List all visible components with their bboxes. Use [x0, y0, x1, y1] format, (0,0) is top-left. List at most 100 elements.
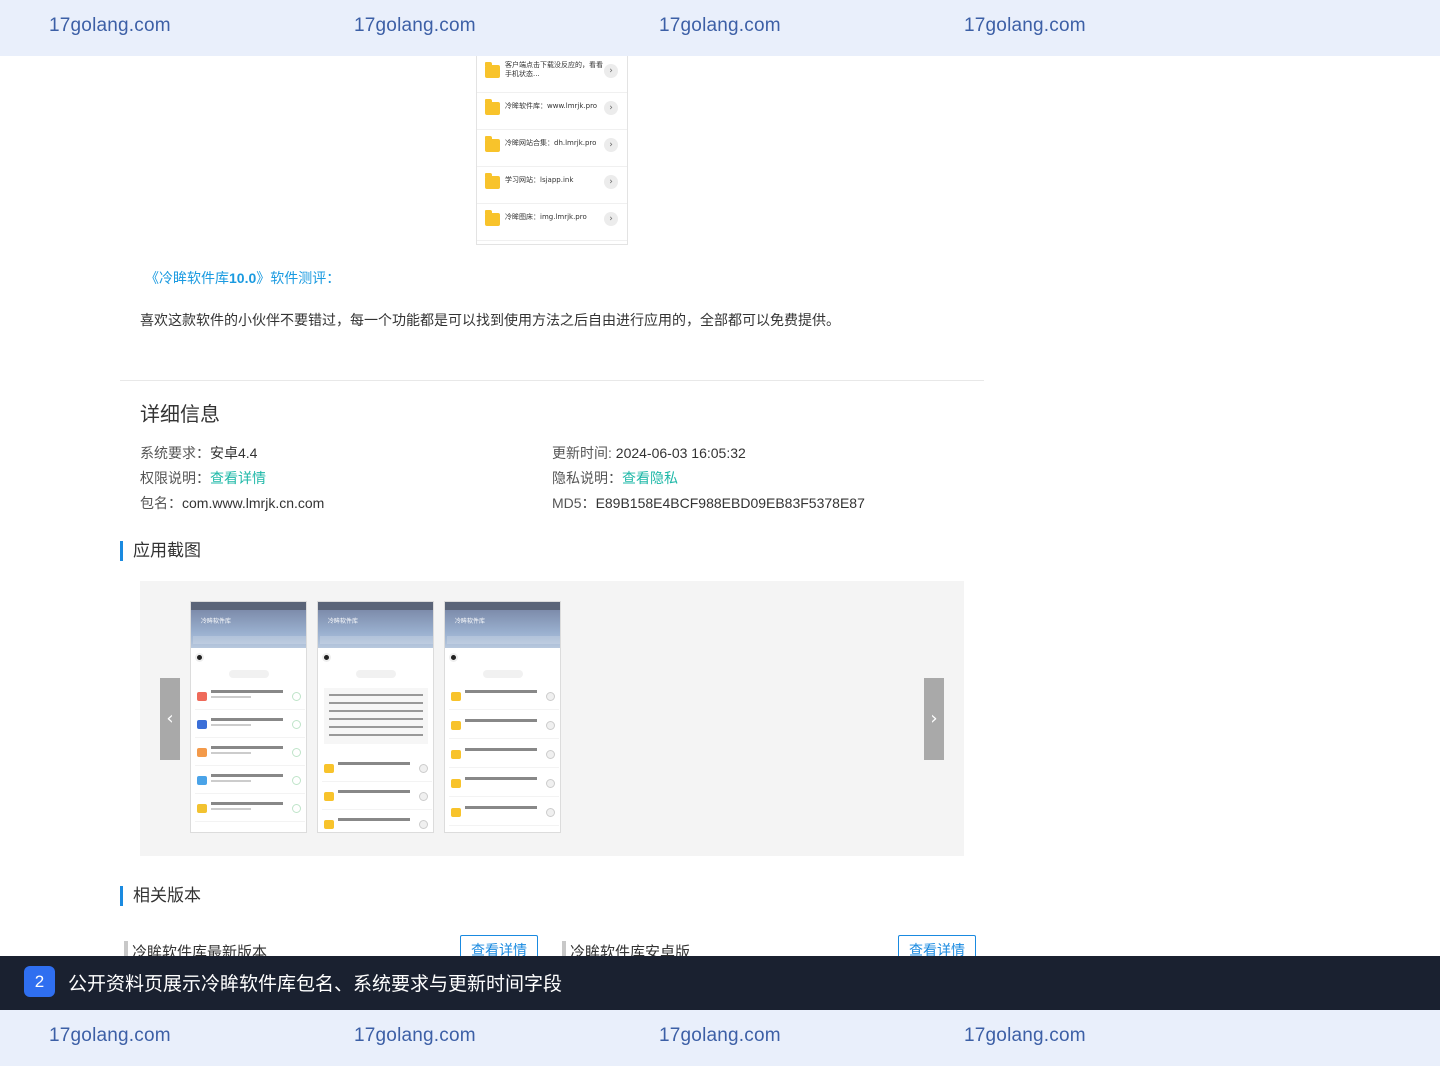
gallery-prev-button[interactable]: ‹ [160, 678, 180, 760]
folder-icon [485, 62, 500, 78]
chevron-right-icon: › [604, 138, 618, 152]
app-screenshot[interactable]: 冷眸软件库 [317, 601, 434, 833]
folder-list-item[interactable]: 学习网站：lsjapp.ink › [477, 167, 627, 204]
folder-icon [451, 692, 461, 701]
app-icon [197, 748, 207, 757]
watermark-text: 17golang.com [49, 15, 171, 36]
folder-icon [451, 721, 461, 730]
screenshots-section-title: 应用截图 [120, 541, 201, 561]
avatar [322, 653, 331, 662]
privacy-label: 隐私说明： [552, 470, 622, 486]
folder-icon [324, 820, 334, 829]
section-divider [120, 380, 984, 381]
screenshot-app-title: 冷眸软件库 [455, 618, 486, 625]
update-time-value: 2024-06-03 16:05:32 [615, 445, 746, 461]
screenshot-app-title: 冷眸软件库 [201, 618, 232, 625]
details-title: 详细信息 [140, 402, 220, 426]
status-bar [318, 602, 433, 610]
review-title-prefix: 《冷眸软件库 [145, 271, 229, 287]
update-time: 更新时间: 2024-06-03 16:05:32 [552, 443, 746, 463]
folder-icon [324, 792, 334, 801]
folder-item-label: 冷眸网站合集：dh.lmrjk.pro [505, 139, 597, 147]
avatar [195, 653, 204, 662]
package-name: 包名：com.www.lmrjk.cn.com [140, 493, 324, 513]
screenshot-pill [483, 670, 523, 678]
related-section-title: 相关版本 [120, 886, 201, 906]
screenshot-info-row [322, 653, 431, 662]
screenshot-list-item [322, 814, 432, 832]
download-icon [292, 748, 301, 757]
chevron-right-icon: › [604, 175, 618, 189]
folder-list-item[interactable]: 冷眸软件库：www.lmrjk.pro › [477, 93, 627, 130]
review-body: 喜欢这款软件的小伙伴不要错过，每一个功能都是可以找到使用方法之后自由进行应用的，… [140, 313, 840, 329]
screenshot-list-item [195, 798, 305, 822]
screenshot-pill [356, 670, 396, 678]
folder-list-item[interactable]: 客户端点击下载没反应的，看看手机状态... › [477, 56, 627, 93]
watermark-text: 17golang.com [354, 1025, 476, 1046]
package-name-label: 包名： [140, 495, 182, 511]
watermark-bar-bottom: 17golang.com 17golang.com 17golang.com 1… [0, 1010, 1440, 1066]
folder-icon [451, 750, 461, 759]
screenshot-list-item [195, 714, 305, 738]
folder-item-label: 客户端点击下载没反应的，看看手机状态... [505, 61, 603, 78]
chevron-right-icon [546, 808, 555, 817]
app-icon [197, 804, 207, 813]
screenshot-list-item [449, 744, 559, 768]
watermark-text: 17golang.com [964, 15, 1086, 36]
watermark-text: 17golang.com [354, 15, 476, 36]
caption-text: 公开资料页展示冷眸软件库包名、系统要求与更新时间字段 [68, 973, 563, 995]
screenshot-header: 冷眸软件库 [318, 610, 433, 648]
caption-bar: 2 公开资料页展示冷眸软件库包名、系统要求与更新时间字段 [0, 956, 1440, 1010]
update-time-label: 更新时间: [552, 445, 616, 461]
watermark-text: 17golang.com [964, 1025, 1086, 1046]
folder-icon [451, 779, 461, 788]
screenshot-list-item [449, 802, 559, 826]
screenshot-tabs [193, 636, 306, 644]
download-icon [292, 720, 301, 729]
download-icon [292, 776, 301, 785]
folder-list-item[interactable]: 冷眸网站合集：dh.lmrjk.pro › [477, 130, 627, 167]
chevron-right-icon: › [604, 212, 618, 226]
gallery-next-button[interactable]: › [924, 678, 944, 760]
watermark-text: 17golang.com [49, 1025, 171, 1046]
avatar [449, 653, 458, 662]
privacy-info: 隐私说明：查看隐私 [552, 468, 678, 488]
screenshot-list-item [195, 742, 305, 766]
permission-info: 权限说明：查看详情 [140, 468, 266, 488]
folder-item-label: 学习网站：lsjapp.ink [505, 176, 574, 184]
chevron-right-icon [546, 779, 555, 788]
download-icon [292, 804, 301, 813]
screenshot-pill [229, 670, 269, 678]
md5-info: MD5：E89B158E4BCF988EBD09EB83F5378E87 [552, 493, 865, 513]
folder-icon [485, 173, 500, 189]
chevron-right-icon [419, 764, 428, 773]
watermark-bar-top: 17golang.com 17golang.com 17golang.com 1… [0, 0, 1440, 56]
screenshot-list-item [449, 686, 559, 710]
folder-icon [451, 808, 461, 817]
folder-list-item[interactable]: 冷眸图床：img.lmrjk.pro › [477, 204, 627, 241]
app-icon [197, 692, 207, 701]
review-title: 《冷眸软件库10.0》软件测评： [145, 268, 340, 288]
folder-icon [324, 764, 334, 773]
app-screenshot[interactable]: 冷眸软件库 [444, 601, 561, 833]
screenshot-info-row [449, 653, 558, 662]
screenshot-app-title: 冷眸软件库 [328, 618, 359, 625]
app-icon [197, 720, 207, 729]
status-bar [445, 602, 560, 610]
screenshot-list-item [195, 770, 305, 794]
chevron-right-icon: › [604, 64, 618, 78]
review-title-suffix: 》软件测评： [256, 271, 341, 287]
app-icon [197, 776, 207, 785]
download-icon [292, 692, 301, 701]
app-screenshot[interactable]: 冷眸软件库 [190, 601, 307, 833]
page: { "watermark": { "top": ["17golang.com",… [0, 0, 1440, 1066]
screenshot-header: 冷眸软件库 [445, 610, 560, 648]
phone-screenshot-excerpt: 客户端点击下载没反应的，看看手机状态... › 冷眸软件库：www.lmrjk.… [476, 56, 628, 245]
screenshot-notice [324, 688, 428, 744]
chevron-right-icon: › [604, 101, 618, 115]
permission-details-link[interactable]: 查看详情 [210, 470, 266, 486]
privacy-details-link[interactable]: 查看隐私 [622, 470, 678, 486]
chevron-right-icon [419, 820, 428, 829]
watermark-text: 17golang.com [659, 15, 781, 36]
package-name-value: com.www.lmrjk.cn.com [182, 495, 325, 511]
